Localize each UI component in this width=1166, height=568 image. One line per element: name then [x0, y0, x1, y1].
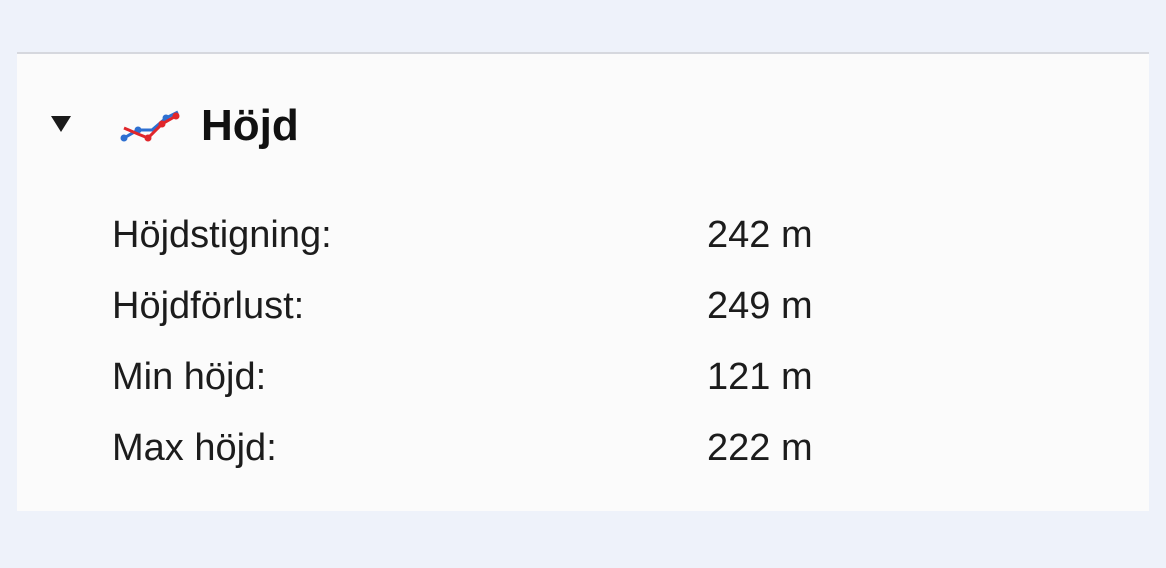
stat-value: 242 m [707, 214, 813, 256]
stat-label: Max höjd: [112, 427, 277, 469]
stat-row-max-elevation: Max höjd: 222 m [112, 413, 1012, 484]
elevation-stats-list: Höjdstigning: 242 m Höjdförlust: 249 m M… [112, 200, 1012, 484]
stat-value: 121 m [707, 356, 813, 398]
stat-row-min-elevation: Min höjd: 121 m [112, 342, 1012, 413]
stat-value: 249 m [707, 285, 813, 327]
collapse-caret-icon[interactable] [51, 116, 71, 132]
elevation-panel: Höjd Höjdstigning: 242 m Höjdförlust: 24… [17, 52, 1149, 511]
stat-label: Höjdstigning: [112, 214, 332, 256]
stat-label: Min höjd: [112, 356, 267, 398]
stat-row-elevation-loss: Höjdförlust: 249 m [112, 271, 1012, 342]
elevation-chart-icon [120, 110, 180, 142]
elevation-section-header[interactable]: Höjd [17, 94, 617, 154]
stat-row-elevation-gain: Höjdstigning: 242 m [112, 200, 1012, 271]
section-title: Höjd [201, 101, 299, 150]
stat-label: Höjdförlust: [112, 285, 305, 327]
stat-value: 222 m [707, 427, 813, 469]
